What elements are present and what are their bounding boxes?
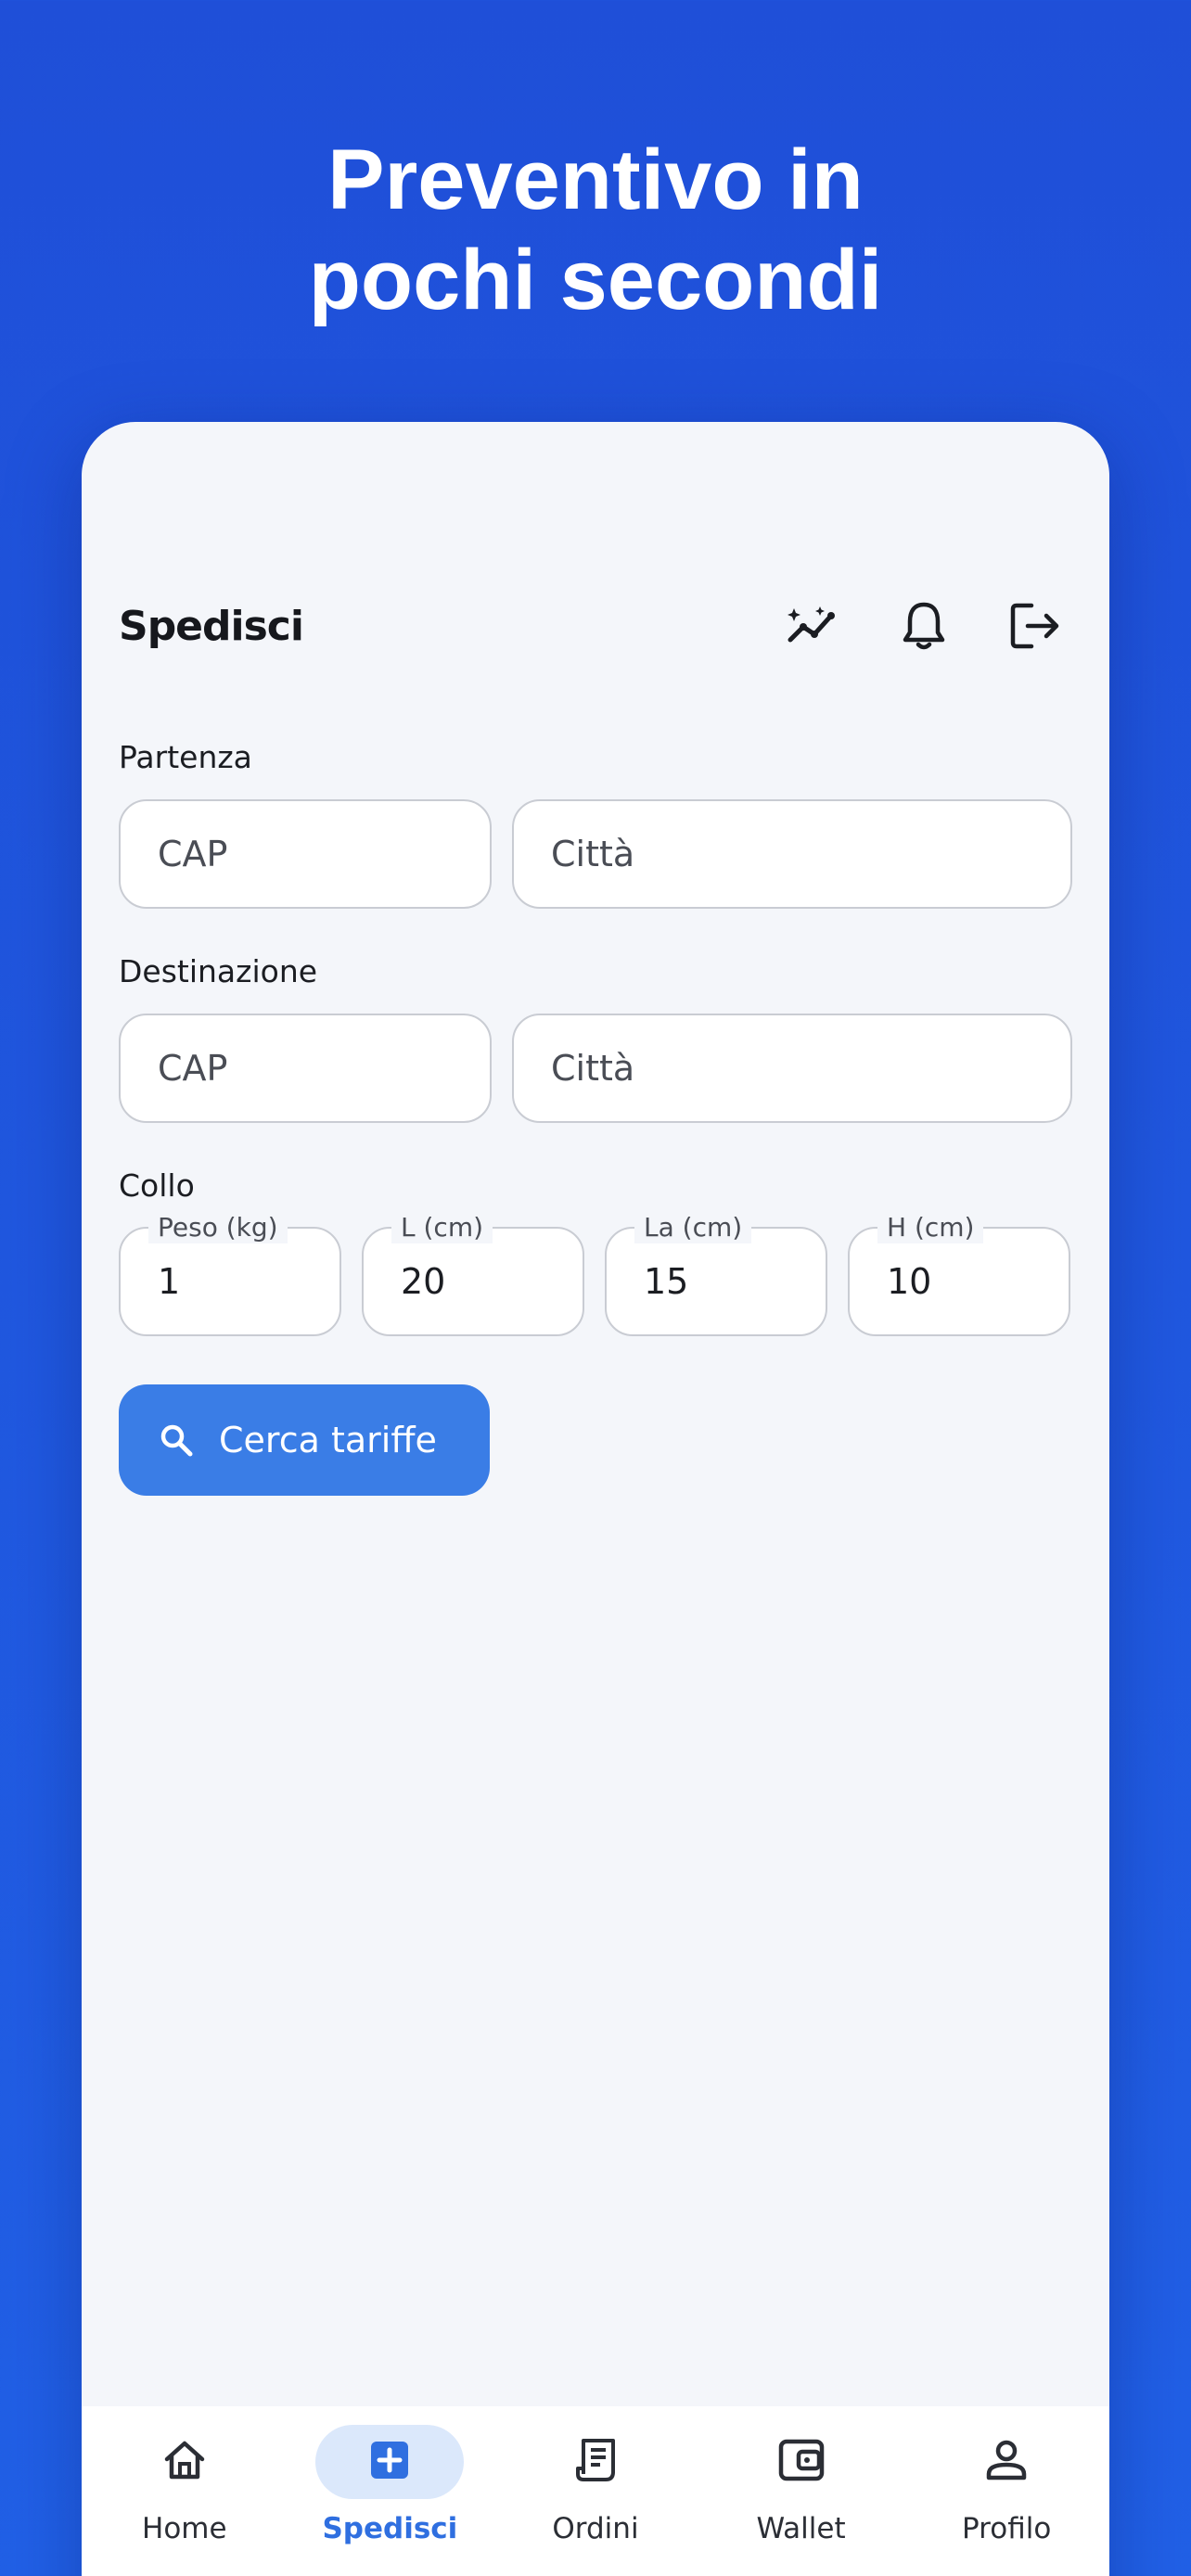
headline-line-1: Preventivo in (327, 133, 864, 227)
home-icon (162, 2439, 207, 2486)
tab-ordini-label: Ordini (552, 2512, 639, 2545)
tab-wallet[interactable]: Wallet (709, 2406, 894, 2576)
page-title: Spedisci (119, 602, 304, 650)
tab-ordini[interactable]: Ordini (503, 2406, 688, 2576)
height-field[interactable]: H (cm) 10 (848, 1212, 1070, 1336)
height-value: 10 (887, 1261, 932, 1302)
length-field[interactable]: L (cm) 20 (362, 1212, 584, 1336)
departure-cap-field[interactable]: CAP (119, 799, 492, 909)
logout-icon[interactable] (998, 589, 1072, 663)
wallet-icon (778, 2439, 825, 2486)
destination-label: Destinazione (119, 953, 318, 989)
search-rates-button[interactable]: Cerca tariffe (119, 1384, 490, 1496)
package-label: Collo (119, 1167, 195, 1204)
promo-headline: Preventivo in pochi secondi (0, 130, 1191, 330)
weight-field[interactable]: Peso (kg) 1 (119, 1212, 341, 1336)
departure-cap-placeholder: CAP (158, 834, 228, 874)
headline-line-2: pochi secondi (308, 233, 883, 327)
tab-profilo-label: Profilo (962, 2512, 1052, 2545)
weight-field-label: Peso (kg) (148, 1212, 288, 1243)
tab-wallet-label: Wallet (756, 2512, 846, 2545)
height-field-label: H (cm) (877, 1212, 984, 1243)
app-bar: Spedisci (119, 584, 1072, 668)
departure-label: Partenza (119, 739, 252, 775)
tab-home[interactable]: Home (92, 2406, 277, 2576)
destination-city-field[interactable]: Città (512, 1014, 1072, 1123)
search-icon (158, 1422, 195, 1459)
phone-screen: Spedisci Partenza CAP Città Destinazione… (82, 422, 1109, 2576)
search-rates-label: Cerca tariffe (219, 1420, 437, 1460)
destination-city-placeholder: Città (551, 1048, 635, 1089)
bottom-tab-bar: Home Spedisci Ordini Wallet Profilo (82, 2406, 1109, 2576)
tab-home-label: Home (142, 2512, 227, 2545)
width-value: 15 (644, 1261, 689, 1302)
departure-city-field[interactable]: Città (512, 799, 1072, 909)
weight-value: 1 (158, 1261, 181, 1302)
add-box-icon (369, 2440, 410, 2485)
departure-city-placeholder: Città (551, 834, 635, 874)
bell-icon[interactable] (887, 589, 961, 663)
destination-cap-placeholder: CAP (158, 1048, 228, 1089)
width-field-label: La (cm) (634, 1212, 752, 1243)
width-field[interactable]: La (cm) 15 (605, 1212, 827, 1336)
tab-profilo[interactable]: Profilo (914, 2406, 1099, 2576)
length-field-label: L (cm) (391, 1212, 493, 1243)
chart-sparkle-icon[interactable] (775, 589, 850, 663)
tab-spedisci[interactable]: Spedisci (297, 2406, 482, 2576)
destination-cap-field[interactable]: CAP (119, 1014, 492, 1123)
person-icon (985, 2439, 1028, 2486)
length-value: 20 (401, 1261, 446, 1302)
tab-spedisci-label: Spedisci (322, 2512, 458, 2545)
receipt-icon (574, 2437, 617, 2488)
